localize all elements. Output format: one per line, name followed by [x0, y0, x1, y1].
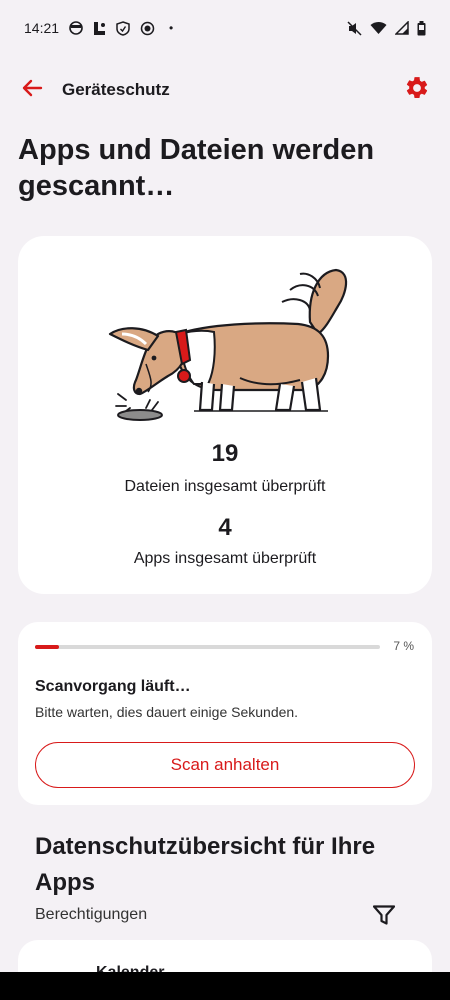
files-label: Dateien insgesamt überprüft	[124, 478, 326, 495]
signal-icon	[395, 21, 409, 35]
settings-button[interactable]	[400, 73, 434, 107]
filter-icon	[372, 904, 396, 930]
wifi-icon	[370, 21, 387, 35]
filter-button[interactable]	[370, 903, 398, 931]
progress-percent: 7 %	[393, 639, 414, 653]
stop-scan-button[interactable]: Scan anhalten	[35, 742, 415, 788]
apps-label: Apps insgesamt überprüft	[133, 550, 317, 567]
dog-sniffing-illustration	[108, 268, 348, 421]
apps-count: 4	[218, 514, 232, 541]
back-button[interactable]	[16, 74, 48, 106]
progress-bar	[35, 645, 380, 649]
scan-progress-card: 7 % Scanvorgang läuft… Bitte warten, die…	[18, 622, 432, 805]
battery-icon	[417, 20, 426, 36]
scan-status: Scanvorgang läuft…	[35, 678, 191, 695]
scan-stats-card: 19 Dateien insgesamt überprüft 4 Apps in…	[18, 236, 432, 594]
status-left: 14:21 •	[24, 20, 173, 36]
app-notification-icon	[93, 21, 106, 36]
shield-notification-icon	[116, 20, 130, 36]
arrow-left-icon	[21, 79, 43, 102]
progress-bar-fill	[35, 645, 60, 649]
status-dot: •	[169, 21, 174, 35]
mute-icon	[347, 20, 362, 36]
permissions-label: Berechtigungen	[35, 906, 148, 923]
scan-subtitle: Bitte warten, dies dauert einige Sekunde…	[35, 704, 299, 720]
android-face-icon	[69, 21, 83, 35]
app-bar: Geräteschutz	[0, 66, 450, 114]
app-bar-title: Geräteschutz	[62, 80, 170, 99]
record-icon	[140, 21, 155, 36]
privacy-section-title: Datenschutzübersicht für Ihre Apps	[35, 833, 376, 896]
status-time: 14:21	[24, 20, 60, 36]
status-right	[347, 20, 426, 36]
navigation-bar	[0, 972, 450, 1000]
page-title: Apps und Dateien werden gescannt…	[18, 134, 375, 202]
files-count: 19	[211, 440, 239, 467]
status-bar: 14:21 •	[0, 0, 450, 56]
gear-icon	[404, 75, 430, 106]
